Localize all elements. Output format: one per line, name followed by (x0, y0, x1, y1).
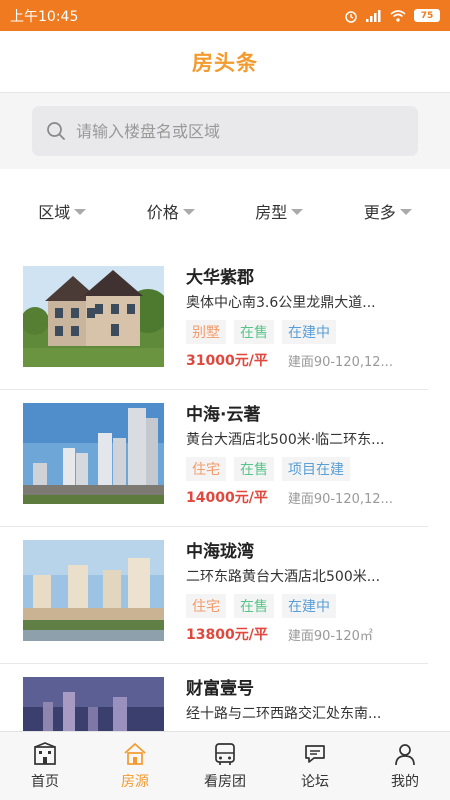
property-photo (23, 677, 164, 731)
list-item[interactable]: 中海·云著 黄台大酒店北500米·临二环东... 住宅 在售 项目在建 1400… (0, 390, 428, 527)
filter-price[interactable]: 价格 (147, 199, 195, 223)
nav-label: 论坛 (301, 774, 329, 790)
property-address: 二环东路黄台大酒店北500米... (186, 569, 381, 585)
search-bar (0, 93, 450, 169)
list-item[interactable]: 大华紫郡 奥体中心南3.6公里龙鼎大道... 别墅 在售 在建中 31000元/… (0, 253, 428, 390)
property-price: 14000元/平 (186, 490, 268, 506)
property-info: 财富壹号 经十路与二环西路交汇处东南... (186, 677, 428, 731)
type-tag: 住宅 (186, 457, 226, 481)
caret-down-icon (399, 209, 412, 215)
filter-region[interactable]: 区域 (38, 199, 87, 223)
battery-icon: 75 (414, 9, 440, 22)
status-time: 上午10:45 (10, 8, 79, 25)
sale-status-tag: 在售 (234, 594, 274, 618)
property-meta: 31000元/平 建面90-120,12... (186, 350, 428, 370)
property-list: 大华紫郡 奥体中心南3.6公里龙鼎大道... 别墅 在售 在建中 31000元/… (0, 253, 450, 731)
user-icon (395, 744, 415, 766)
property-meta: 13800元/平 建面90-120㎡ (186, 624, 428, 644)
signal-icon (366, 9, 381, 22)
nav-forum[interactable]: 论坛 (275, 741, 355, 791)
property-price: 31000元/平 (186, 353, 268, 369)
sale-status-tag: 在售 (234, 457, 274, 481)
nav-label: 房源 (121, 774, 149, 790)
nav-listings[interactable]: 房源 (95, 741, 175, 791)
property-address: 经十路与二环西路交汇处东南... (186, 706, 382, 722)
filter-label: 价格 (146, 203, 179, 222)
page-title: 房头条 (192, 50, 258, 75)
caret-down-icon (74, 209, 87, 215)
search-box[interactable] (32, 106, 418, 156)
nav-mine[interactable]: 我的 (365, 741, 445, 791)
property-photo (23, 266, 164, 367)
property-price: 13800元/平 (186, 627, 268, 643)
list-item[interactable]: 财富壹号 经十路与二环西路交汇处东南... (0, 664, 428, 731)
filter-label: 房型 (255, 203, 288, 222)
bottom-nav: 首页 房源 看房团 论坛 我的 (0, 731, 450, 800)
app-screen: 上午10:45 75 房头条 区域 价格 房型 更多 (0, 0, 450, 800)
bus-icon (215, 743, 235, 765)
nav-tour[interactable]: 看房团 (185, 741, 265, 791)
property-meta: 14000元/平 建面90-120,12... (186, 487, 428, 507)
status-bar: 上午10:45 75 (0, 0, 450, 31)
type-tag: 住宅 (186, 594, 226, 618)
search-input[interactable] (76, 121, 404, 141)
filter-label: 区域 (38, 203, 71, 222)
property-info: 中海珑湾 二环东路黄台大酒店北500米... 住宅 在售 在建中 13800元/… (186, 540, 428, 663)
type-tag: 别墅 (186, 320, 226, 344)
filter-bar: 区域 价格 房型 更多 (0, 169, 450, 253)
house-icon (124, 742, 146, 765)
nav-label: 看房团 (204, 774, 246, 790)
wifi-icon (390, 9, 406, 22)
sale-status-tag: 在售 (234, 320, 274, 344)
chat-bubble-icon (305, 745, 325, 763)
property-info: 中海·云著 黄台大酒店北500米·临二环东... 住宅 在售 项目在建 1400… (186, 403, 428, 526)
tag-group: 别墅 在售 在建中 (186, 320, 428, 344)
property-name: 中海珑湾 (186, 542, 254, 562)
filter-more[interactable]: 更多 (364, 199, 412, 223)
property-photo (23, 403, 164, 504)
build-status-tag: 在建中 (282, 594, 336, 618)
property-area: 建面90-120,12... (287, 354, 393, 370)
property-area: 建面90-120,12... (287, 491, 393, 507)
caret-down-icon (182, 209, 195, 215)
nav-label: 我的 (391, 774, 419, 790)
property-name: 财富壹号 (186, 679, 254, 699)
filter-label: 更多 (363, 203, 396, 222)
alarm-icon (345, 10, 357, 23)
nav-label: 首页 (31, 774, 59, 790)
tag-group: 住宅 在售 在建中 (186, 594, 428, 618)
app-header: 房头条 (0, 31, 450, 93)
search-icon (47, 122, 65, 140)
property-photo (23, 540, 164, 641)
property-name: 大华紫郡 (186, 268, 254, 288)
filter-layout[interactable]: 房型 (255, 199, 304, 223)
property-info: 大华紫郡 奥体中心南3.6公里龙鼎大道... 别墅 在售 在建中 31000元/… (186, 266, 428, 389)
nav-home[interactable]: 首页 (5, 741, 85, 791)
property-name: 中海·云著 (186, 405, 261, 425)
property-address: 奥体中心南3.6公里龙鼎大道... (186, 295, 376, 311)
build-status-tag: 项目在建 (282, 457, 350, 481)
list-item[interactable]: 中海珑湾 二环东路黄台大酒店北500米... 住宅 在售 在建中 13800元/… (0, 527, 428, 664)
property-area: 建面90-120㎡ (287, 628, 373, 644)
build-status-tag: 在建中 (282, 320, 336, 344)
caret-down-icon (291, 209, 304, 215)
property-address: 黄台大酒店北500米·临二环东... (186, 432, 385, 448)
tag-group: 住宅 在售 项目在建 (186, 457, 428, 481)
status-icons: 75 (344, 9, 440, 23)
building-icon (34, 742, 56, 765)
